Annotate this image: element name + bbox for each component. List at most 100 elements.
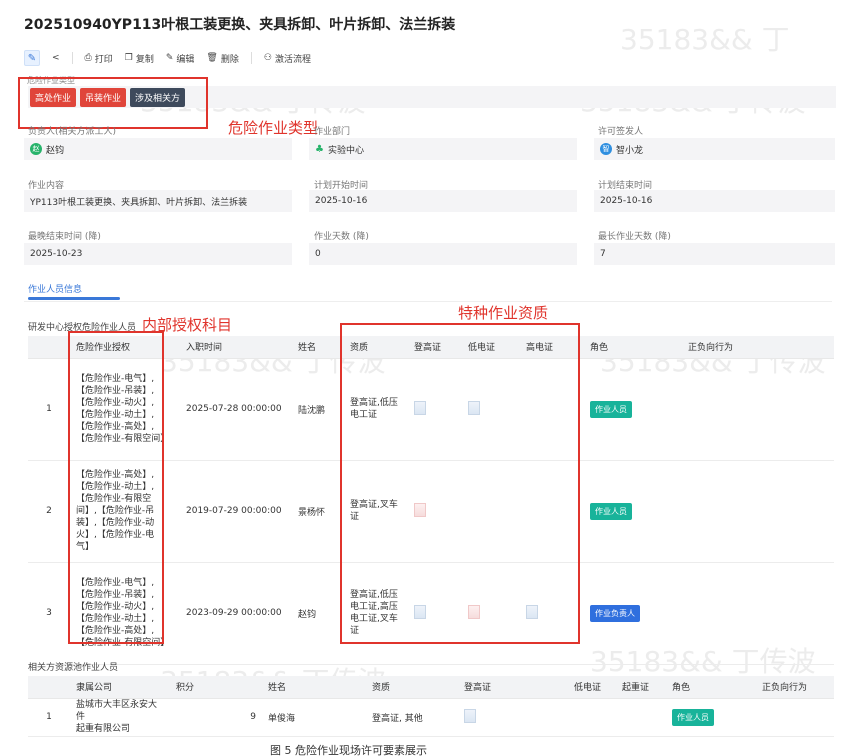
responsible-label: 负责人(相关方派工人): [28, 127, 117, 137]
table-row[interactable]: 1 盐城市大丰区永安大件 起重有限公司 9 单俊海 登高证, 其他 作业人员: [28, 698, 834, 737]
row-index: 2: [28, 460, 70, 563]
hire-date-cell: 2023-09-29 00:00:00: [180, 562, 292, 665]
score-cell: 9: [170, 698, 262, 737]
col-score: 积分: [170, 676, 262, 699]
watermark: 35183&& 丁: [620, 23, 790, 56]
special-qual-annotation: 特种作业资质: [458, 304, 549, 322]
col-crane-cert: 起重证: [616, 676, 666, 699]
low-volt-cert-cell: [568, 698, 616, 737]
print-button[interactable]: ⎙ 打印: [85, 52, 113, 65]
col-name: 姓名: [292, 336, 344, 359]
page-title: 202510940YP113叶根工装更换、夹具拆卸、叶片拆卸、法兰拆装: [24, 17, 456, 33]
hazard-type-annotation: 危险作业类型: [228, 119, 319, 137]
name-cell: 陆沈鹏: [292, 358, 344, 461]
copy-button[interactable]: ❐ 复制: [125, 52, 154, 65]
signer-label: 许可签发人: [598, 127, 644, 137]
row-index: 1: [28, 698, 70, 737]
behavior-cell: [682, 562, 834, 665]
signer-field[interactable]: 智 智小龙: [594, 138, 835, 160]
col-company: 隶属公司: [70, 676, 170, 699]
hazard-highlight-box: [18, 77, 208, 129]
col-qual: 资质: [366, 676, 458, 699]
dept-value: 实验中心: [327, 145, 364, 156]
edit-mode-icon[interactable]: ✎: [24, 50, 40, 66]
behavior-cell: [682, 460, 834, 563]
role-cell: 作业人员: [584, 460, 682, 563]
share-icon[interactable]: <: [52, 53, 60, 63]
col-name: 姓名: [262, 676, 366, 699]
plan-end-field[interactable]: 2025-10-16: [594, 190, 835, 212]
edit-label: 编辑: [176, 54, 195, 65]
delete-button[interactable]: 🗑 删除: [206, 52, 238, 65]
hire-date-cell: 2025-07-28 00:00:00: [180, 358, 292, 461]
col-index: [28, 336, 70, 359]
behavior-cell: [756, 698, 834, 737]
col-behavior: 正负向行为: [682, 336, 834, 359]
row-index: 1: [28, 358, 70, 461]
activate-label: 激活流程: [274, 54, 311, 65]
delete-label: 删除: [220, 54, 239, 65]
auth-highlight-box: [68, 331, 164, 644]
role-cell: 作业负责人: [584, 562, 682, 665]
avatar: 智: [600, 143, 612, 155]
company-cell: 盐城市大丰区永安大件 起重有限公司: [70, 698, 170, 737]
toolbar-divider: [250, 52, 252, 64]
max-days-field[interactable]: 7: [594, 243, 835, 265]
responsible-field[interactable]: 赵 赵钧: [24, 138, 292, 160]
partner-workers-table: 隶属公司 积分 姓名 资质 登高证 低电证 起重证 角色 正负向行为 1 盐城市…: [28, 676, 834, 737]
col-role: 角色: [666, 676, 756, 699]
col-behavior: 正负向行为: [756, 676, 834, 699]
certificate-thumbnail-icon[interactable]: [464, 708, 476, 723]
name-cell: 景杨怀: [292, 460, 344, 563]
work-days-field[interactable]: 0: [309, 243, 577, 265]
plan-start-field[interactable]: 2025-10-16: [309, 190, 577, 212]
flow-icon: ⚇: [263, 53, 272, 63]
height-cert-cell[interactable]: [458, 698, 568, 737]
col-low-volt-cert: 低电证: [568, 676, 616, 699]
col-hire-date: 入职时间: [180, 336, 292, 359]
name-cell: 单俊海: [262, 698, 366, 737]
tab-bar: 作业人员信息: [24, 282, 832, 302]
behavior-cell: [682, 358, 834, 461]
col-height-cert: 登高证: [458, 676, 568, 699]
copy-label: 复制: [135, 54, 154, 65]
responsible-value: 赵钧: [46, 145, 65, 156]
role-cell: 作业人员: [666, 698, 756, 737]
activate-flow-button[interactable]: ⚇ 激活流程: [264, 52, 311, 65]
name-cell: 赵钧: [292, 562, 344, 665]
org-icon: ♣: [315, 143, 324, 155]
copy-icon: ❐: [124, 53, 133, 63]
tab-worker-info[interactable]: 作业人员信息: [28, 282, 82, 295]
signer-value: 智小龙: [616, 145, 644, 156]
latest-end-label: 最晚结束时间 (降): [28, 232, 101, 242]
toolbar-divider: [71, 52, 73, 64]
print-label: 打印: [94, 54, 113, 65]
role-badge: 作业负责人: [590, 604, 640, 622]
edit-button[interactable]: ✎ 编辑: [166, 52, 195, 65]
figure-caption: 图 5 危险作业现场许可要素展示: [270, 744, 427, 756]
crane-cert-cell: [616, 698, 666, 737]
qual-cell: 登高证, 其他: [366, 698, 458, 737]
partner-workers-title: 相关方资源池作业人员: [28, 663, 119, 673]
toolbar: ✎ < ⎙ 打印 ❐ 复制 ✎ 编辑 🗑 删除 ⚇ 激活流程: [24, 46, 311, 70]
latest-end-field[interactable]: 2025-10-23: [24, 243, 292, 265]
max-days-label: 最长作业天数 (降): [598, 232, 671, 242]
role-badge: 作业人员: [590, 502, 632, 520]
row-index: 3: [28, 562, 70, 665]
dept-field[interactable]: ♣ 实验中心: [309, 138, 577, 160]
printer-icon: ⎙: [84, 53, 92, 63]
content-field[interactable]: YP113叶根工装更换、夹具拆卸、叶片拆卸、法兰拆装: [24, 190, 292, 212]
trash-icon: 🗑: [206, 53, 218, 63]
role-badge: 作业人员: [672, 708, 714, 726]
col-role: 角色: [584, 336, 682, 359]
role-badge: 作业人员: [590, 400, 632, 418]
dept-label: 作业部门: [314, 127, 351, 137]
col-index: [28, 676, 70, 699]
work-days-label: 作业天数 (降): [314, 232, 369, 242]
avatar: 赵: [30, 143, 42, 155]
table-header-row: 隶属公司 积分 姓名 资质 登高证 低电证 起重证 角色 正负向行为: [28, 676, 834, 699]
role-cell: 作业人员: [584, 358, 682, 461]
tab-active-indicator: [28, 297, 120, 300]
hire-date-cell: 2019-07-29 00:00:00: [180, 460, 292, 563]
pencil-icon: ✎: [165, 53, 174, 63]
